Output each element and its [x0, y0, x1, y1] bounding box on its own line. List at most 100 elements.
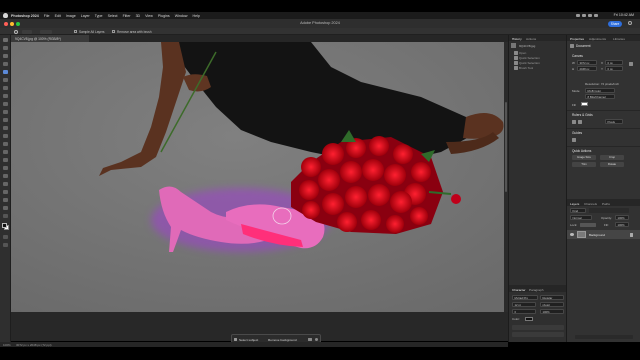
selection-mode-buttons[interactable] — [22, 30, 32, 34]
frame-tool-icon[interactable] — [3, 86, 8, 91]
eyedropper-tool-icon[interactable] — [3, 94, 8, 99]
menu-app-name[interactable]: Photoshop 2024 — [11, 14, 39, 18]
menu-type[interactable]: Type — [95, 14, 103, 18]
path-selection-tool-icon[interactable] — [3, 182, 8, 187]
layer-row[interactable]: Background — [567, 230, 640, 239]
tab-paths[interactable]: Paths — [602, 202, 610, 206]
lock-icons[interactable] — [580, 223, 596, 227]
eraser-tool-icon[interactable] — [3, 134, 8, 139]
canvas-height-field[interactable]: 2048 px — [577, 66, 597, 71]
grid-icon[interactable] — [578, 120, 582, 124]
apple-icon[interactable] — [3, 13, 8, 18]
history-item[interactable]: 9Q4CV8.jpg — [519, 44, 535, 48]
history-item[interactable]: Quick Selection — [519, 61, 540, 65]
tab-history[interactable]: History — [512, 37, 522, 41]
tab-adjustments[interactable]: Adjustments — [589, 37, 606, 41]
fill-opacity-field[interactable]: 100% — [615, 222, 629, 227]
marquee-tool-icon[interactable] — [3, 54, 8, 59]
text-color-swatch[interactable] — [525, 317, 533, 321]
menu-layer[interactable]: Layer — [81, 14, 90, 18]
menubar-clock[interactable]: Fri 10:42 AM — [614, 13, 634, 17]
crop-tool-icon[interactable] — [3, 78, 8, 83]
edit-toolbar-icon[interactable] — [3, 214, 8, 219]
hand-tool-icon[interactable] — [3, 198, 8, 203]
history-item[interactable]: Open — [519, 51, 526, 55]
search-icon[interactable] — [628, 21, 632, 25]
wifi-icon[interactable] — [576, 14, 580, 17]
battery-icon[interactable] — [582, 14, 586, 17]
canvas-section-header[interactable]: Canvas — [572, 54, 583, 58]
canvas-width-field[interactable]: 3072 px — [577, 60, 597, 65]
spot-healing-tool-icon[interactable] — [3, 102, 8, 107]
move-tool-icon[interactable] — [3, 38, 8, 43]
tab-actions[interactable]: Actions — [526, 37, 536, 41]
quick-actions-header[interactable]: Quick Actions — [572, 149, 591, 153]
font-family-select[interactable]: Myriad Pro — [512, 295, 538, 300]
foreground-color-swatch[interactable] — [2, 223, 7, 228]
type-style-buttons[interactable] — [512, 325, 564, 330]
rotate-button[interactable]: Rotate — [600, 162, 624, 167]
share-button[interactable]: Share — [608, 20, 622, 27]
tab-character[interactable]: Character — [512, 288, 526, 292]
ruler-icon[interactable] — [572, 120, 576, 124]
screen-mode-icon[interactable] — [3, 243, 8, 248]
type-tool-icon[interactable] — [3, 174, 8, 179]
quick-mask-icon[interactable] — [3, 235, 8, 240]
search-icon[interactable] — [588, 14, 592, 17]
tab-layers[interactable]: Layers — [570, 202, 579, 206]
menu-file[interactable]: File — [44, 14, 50, 18]
dodge-tool-icon[interactable] — [3, 158, 8, 163]
crop-button[interactable]: Crop — [600, 155, 624, 160]
guides-header[interactable]: Guides — [572, 131, 582, 135]
opacity-field[interactable]: 100% — [615, 215, 629, 220]
menu-filter[interactable]: Filter — [123, 14, 131, 18]
lasso-tool-icon[interactable] — [3, 62, 8, 67]
canvas[interactable] — [11, 42, 508, 312]
menu-view[interactable]: View — [145, 14, 153, 18]
control-center-icon[interactable] — [594, 14, 598, 17]
select-subject-button[interactable]: Select subject — [239, 338, 258, 342]
layer-actions-bar[interactable] — [575, 335, 633, 339]
font-style-select[interactable]: Regular — [540, 295, 564, 300]
gradient-tool-icon[interactable] — [3, 142, 8, 147]
sample-all-layers-checkbox[interactable] — [74, 30, 77, 34]
drag-handle-icon[interactable] — [234, 337, 237, 341]
zoom-tool-icon[interactable] — [3, 206, 8, 211]
history-item[interactable]: Quick Selection — [519, 56, 540, 60]
guides-icon[interactable] — [572, 138, 576, 142]
snapshot-thumbnail[interactable] — [511, 43, 516, 48]
ruler-units-select[interactable]: Pixels — [605, 119, 623, 124]
menu-image[interactable]: Image — [66, 14, 76, 18]
menu-edit[interactable]: Edit — [55, 14, 61, 18]
history-brush-tool-icon[interactable] — [3, 126, 8, 131]
color-mode-select[interactable]: RGB Color — [585, 88, 615, 93]
layer-filter-icons[interactable] — [589, 208, 629, 213]
canvas-fill-swatch[interactable] — [581, 102, 588, 106]
blur-tool-icon[interactable] — [3, 150, 8, 155]
enhance-edge-checkbox[interactable] — [112, 30, 115, 34]
horizontal-scale-field[interactable]: 100% — [540, 309, 564, 314]
brush-tool-icon[interactable] — [3, 110, 8, 115]
history-item[interactable]: Brush Tool — [519, 66, 533, 70]
menu-window[interactable]: Window — [175, 14, 188, 18]
blend-mode-select[interactable]: Normal — [570, 215, 592, 220]
clone-stamp-tool-icon[interactable] — [3, 118, 8, 123]
eye-icon[interactable] — [570, 232, 574, 236]
tracking-field[interactable]: 0 — [512, 309, 536, 314]
menu-3d[interactable]: 3D — [136, 14, 141, 18]
settings-icon[interactable] — [315, 338, 318, 341]
pen-tool-icon[interactable] — [3, 166, 8, 171]
bit-depth-select[interactable]: 8 Bits/Channel — [585, 94, 615, 99]
menu-help[interactable]: Help — [193, 14, 200, 18]
quick-selection-tool-icon[interactable] — [14, 29, 18, 34]
document-tab[interactable]: 9Q4CV8.jpg @ 100% (RGB/8*) — [11, 35, 89, 42]
quick-selection-tool-icon[interactable] — [3, 70, 8, 75]
opentype-buttons[interactable] — [512, 332, 564, 337]
menu-select[interactable]: Select — [108, 14, 118, 18]
menu-plugins[interactable]: Plugins — [158, 14, 170, 18]
leading-field[interactable]: (Auto) — [540, 302, 564, 307]
canvas-x-field[interactable]: 0 px — [605, 60, 623, 65]
brush-size-picker[interactable] — [40, 30, 52, 34]
canvas-y-field[interactable]: 0 px — [605, 66, 623, 71]
tab-paragraph[interactable]: Paragraph — [529, 288, 543, 292]
